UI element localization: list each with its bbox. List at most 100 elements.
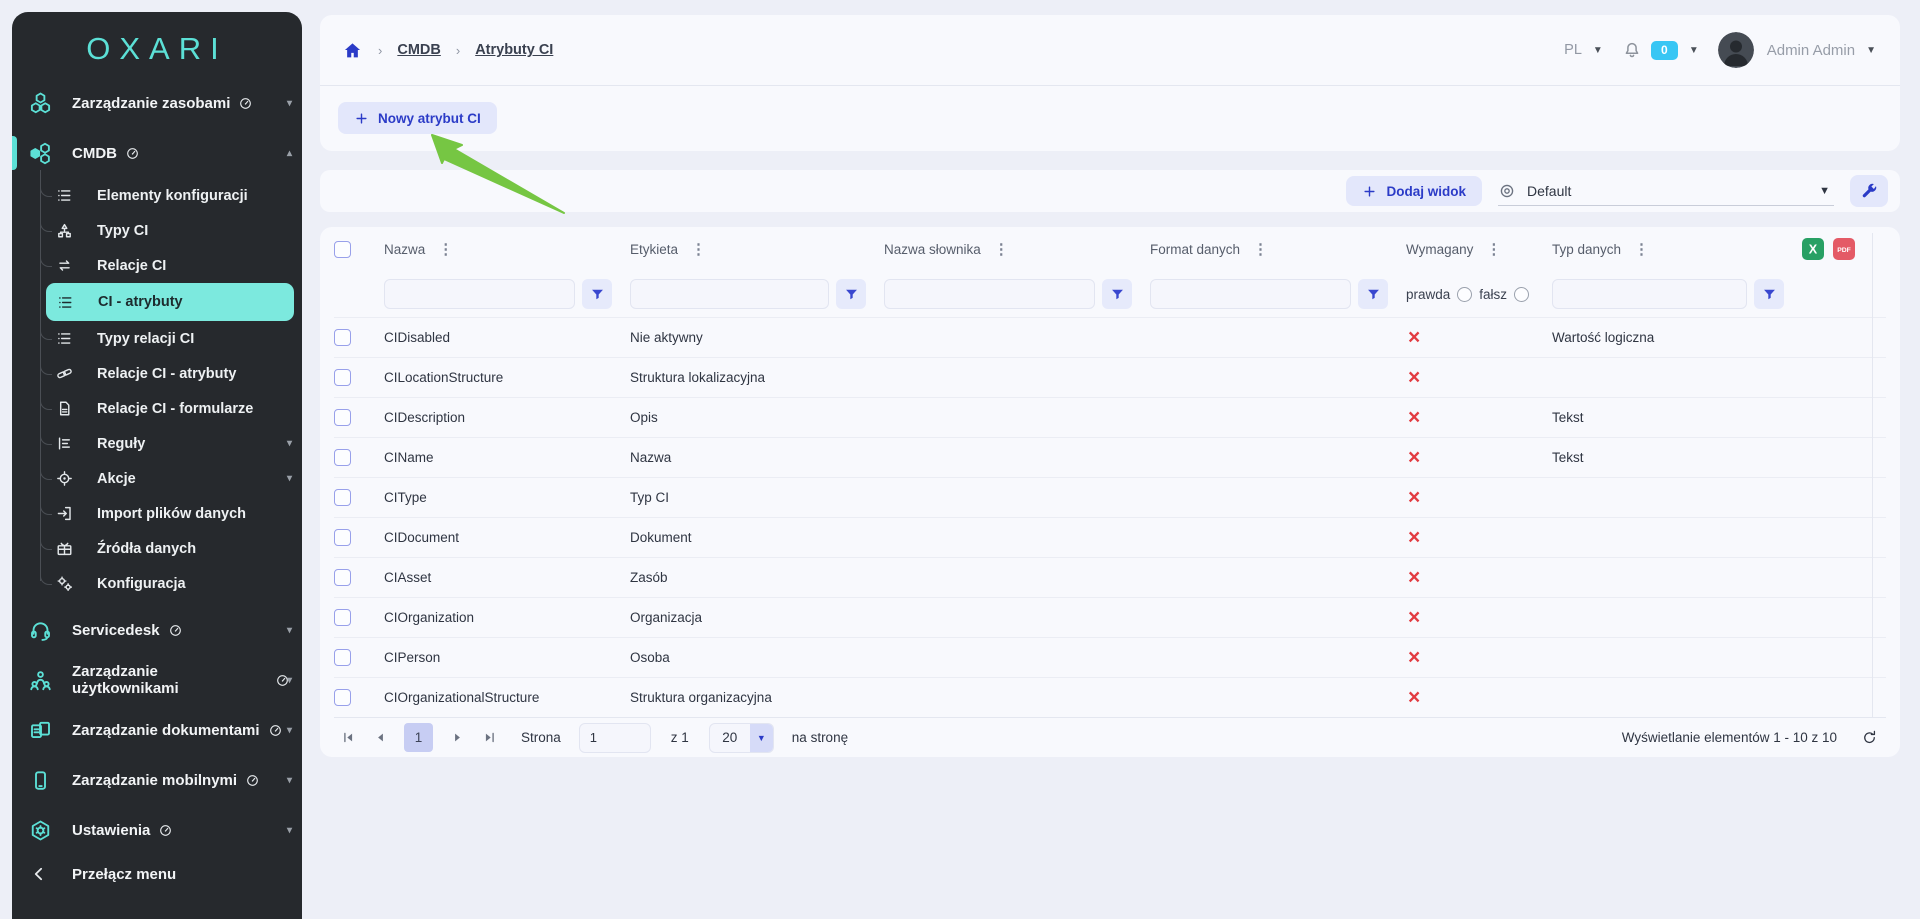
row-checkbox[interactable] <box>334 689 351 706</box>
filter-button-nazwa[interactable] <box>582 279 612 309</box>
sidebar-item-reguły[interactable]: Reguły ▾ <box>12 426 302 461</box>
filter-button-typ-danych[interactable] <box>1754 279 1784 309</box>
first-page-button[interactable] <box>336 726 360 750</box>
page-size-select[interactable]: 20 ▼ <box>708 722 774 753</box>
chevron-down-icon[interactable]: ▼ <box>1689 45 1699 56</box>
export-excel-button[interactable]: X <box>1802 238 1824 260</box>
sidebar-item-elementy-konfiguracji[interactable]: Elementy konfiguracji <box>12 178 302 213</box>
sidebar-item-servicedesk[interactable]: Servicedesk ▾ <box>12 605 302 655</box>
current-page-button[interactable]: 1 <box>404 723 433 752</box>
column-menu-icon[interactable]: ⋮ <box>994 242 1009 257</box>
view-toolbar: Dodaj widok Default ▼ <box>320 170 1900 212</box>
row-checkbox[interactable] <box>334 569 351 586</box>
row-select-cell <box>334 409 384 426</box>
filter-input-typ-danych[interactable] <box>1552 279 1747 309</box>
chevron-down-icon[interactable]: ▼ <box>1593 45 1603 56</box>
page-count-label: z 1 <box>670 730 689 745</box>
breadcrumb: › CMDB › Atrybuty CI PL ▼ 0 ▼ Admin Admi… <box>320 15 1900 86</box>
sidebar-item-ustawienia[interactable]: Ustawienia ▾ <box>12 805 302 855</box>
column-header-label: Format danych <box>1150 241 1241 257</box>
add-view-button[interactable]: Dodaj widok <box>1346 176 1482 206</box>
sidebar-item-typy-ci[interactable]: Typy CI <box>12 213 302 248</box>
table-row-CIOrganization[interactable]: CIOrganization Organizacja × <box>334 597 1886 637</box>
table-row-CILocationStructure[interactable]: CILocationStructure Struktura lokalizacy… <box>334 357 1886 397</box>
row-checkbox[interactable] <box>334 529 351 546</box>
table-row-CIOrganizationalStructure[interactable]: CIOrganizationalStructure Struktura orga… <box>334 677 1886 717</box>
page-number-input[interactable] <box>578 722 651 753</box>
sidebar-item-akcje[interactable]: Akcje ▾ <box>12 461 302 496</box>
cell-etykieta: Zasób <box>630 570 668 585</box>
row-checkbox[interactable] <box>334 649 351 666</box>
language-switch[interactable]: PL <box>1564 42 1582 58</box>
new-attribute-button[interactable]: Nowy atrybut CI <box>338 102 497 134</box>
menu-toggle[interactable]: Przełącz menu <box>12 855 302 893</box>
sidebar-item-zarzadzanie-mobilnymi[interactable]: Zarządzanie mobilnymi ▾ <box>12 755 302 805</box>
cell-wymagany: × <box>1406 367 1552 388</box>
avatar[interactable] <box>1717 32 1754 68</box>
previous-page-button[interactable] <box>368 726 392 750</box>
sidebar-item-cmdb[interactable]: CMDB ▴ <box>12 128 302 178</box>
rules-icon <box>55 434 74 453</box>
funnel-icon <box>843 286 860 303</box>
filter-button-etykieta[interactable] <box>836 279 866 309</box>
radio-false[interactable] <box>1514 286 1530 302</box>
filter-input-nazwa[interactable] <box>384 279 575 309</box>
table-row-CIType[interactable]: CIType Typ CI × <box>334 477 1886 517</box>
row-checkbox[interactable] <box>334 409 351 426</box>
sidebar-item-label: Typy relacji CI <box>97 330 195 347</box>
bell-icon[interactable] <box>1622 40 1642 60</box>
chevron-down-icon[interactable]: ▼ <box>1866 45 1876 56</box>
row-select-cell <box>334 529 384 546</box>
sidebar-item-źródła-danych[interactable]: Źródła danych <box>12 531 302 566</box>
notification-badge: 0 <box>1650 40 1678 60</box>
export-pdf-button[interactable]: PDF <box>1833 238 1855 260</box>
sidebar-item-relacje-ci-formularze[interactable]: Relacje CI - formularze <box>12 391 302 426</box>
sidebar-item-zarzadzanie-zasobami[interactable]: Zarządzanie zasobami ▾ <box>12 78 302 128</box>
row-checkbox[interactable] <box>334 489 351 506</box>
sidebar-item-relacje-ci[interactable]: Relacje CI <box>12 248 302 283</box>
sidebar-item-konfiguracja[interactable]: Konfiguracja <box>12 566 302 601</box>
column-menu-icon[interactable]: ⋮ <box>1486 242 1501 257</box>
column-menu-icon[interactable]: ⋮ <box>1634 242 1649 257</box>
sidebar-item-relacje-ci-atrybuty[interactable]: Relacje CI - atrybuty <box>12 356 302 391</box>
filter-button-nazwa-słownika[interactable] <box>1102 279 1132 309</box>
select-all-cell <box>334 240 384 258</box>
table-row-CIDocument[interactable]: CIDocument Dokument × <box>334 517 1886 557</box>
select-all-checkbox[interactable] <box>334 240 351 258</box>
column-menu-icon[interactable]: ⋮ <box>438 242 453 257</box>
funnel-icon <box>1365 286 1382 303</box>
user-menu[interactable]: Admin Admin <box>1767 42 1855 59</box>
table-row-CIPerson[interactable]: CIPerson Osoba × <box>334 637 1886 677</box>
row-checkbox[interactable] <box>334 449 351 466</box>
home-icon[interactable] <box>342 40 363 61</box>
table-row-CIDisabled[interactable]: CIDisabled Nie aktywny × Wartość logiczn… <box>334 317 1886 357</box>
filter-input-nazwa-słownika[interactable] <box>884 279 1095 309</box>
row-checkbox[interactable] <box>334 329 351 346</box>
sidebar-item-zarzadzanie-uzytkownikami[interactable]: Zarządzanie użytkownikami ▾ <box>12 655 302 705</box>
column-menu-icon[interactable]: ⋮ <box>691 242 706 257</box>
sidebar-item-typy-relacji-ci[interactable]: Typy relacji CI <box>12 321 302 356</box>
row-checkbox[interactable] <box>334 369 351 386</box>
breadcrumb-link-cmdb[interactable]: CMDB <box>397 42 441 58</box>
table-row-CIName[interactable]: CIName Nazwa × Tekst <box>334 437 1886 477</box>
sidebar-item-import-plików-danych[interactable]: Import plików danych <box>12 496 302 531</box>
column-menu-icon[interactable]: ⋮ <box>1253 242 1268 257</box>
row-checkbox[interactable] <box>334 609 351 626</box>
next-page-button[interactable] <box>445 726 469 750</box>
filter-input-etykieta[interactable] <box>630 279 829 309</box>
table-row-CIDescription[interactable]: CIDescription Opis × Tekst <box>334 397 1886 437</box>
filter-input-format-danych[interactable] <box>1150 279 1351 309</box>
sidebar-item-label: Konfiguracja <box>97 575 186 592</box>
configure-view-button[interactable] <box>1850 175 1888 207</box>
view-select[interactable]: Default ▼ <box>1498 176 1834 206</box>
table-row-CIAsset[interactable]: CIAsset Zasób × <box>334 557 1886 597</box>
breadcrumb-link-atrybuty-ci[interactable]: Atrybuty CI <box>475 42 553 58</box>
filter-button-format-danych[interactable] <box>1358 279 1388 309</box>
radio-true[interactable] <box>1457 286 1473 302</box>
sidebar-item-zarzadzanie-dokumentami[interactable]: Zarządzanie dokumentami ▾ <box>12 705 302 755</box>
refresh-button[interactable] <box>1861 729 1878 746</box>
cell-nazwa: CIDisabled <box>384 330 451 345</box>
sidebar-item-ci-atrybuty[interactable]: CI - atrybuty <box>46 283 294 321</box>
last-page-button[interactable] <box>477 726 501 750</box>
sidebar-item-label: Akcje <box>97 470 136 487</box>
